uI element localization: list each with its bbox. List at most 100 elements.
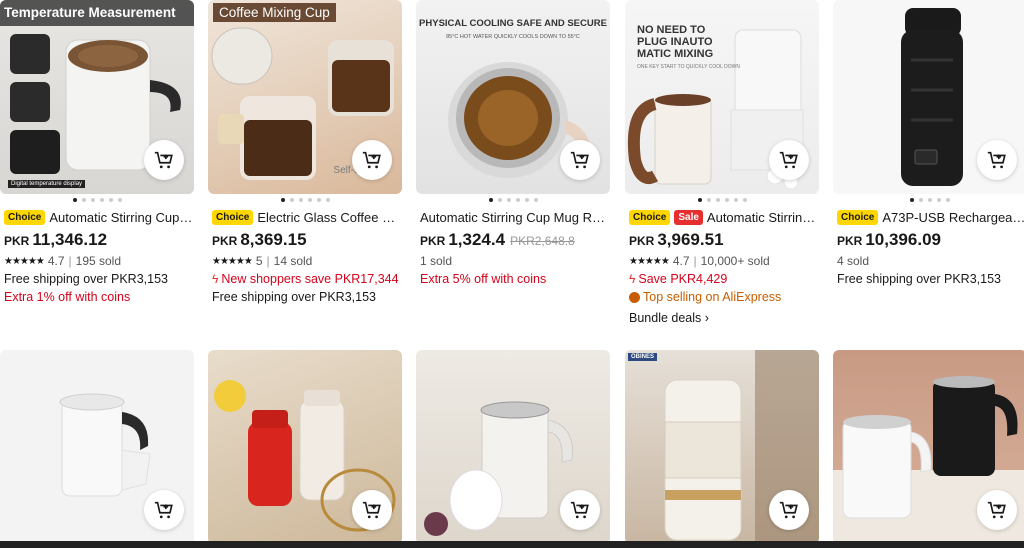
rating-value: 4.7 (672, 254, 690, 268)
rating-row: ★★★★★ 5 | 14 sold (212, 254, 313, 268)
promo-text: Save PKR4,429 (638, 272, 728, 286)
fire-icon (629, 291, 640, 303)
sold-count: 4 sold (837, 254, 870, 268)
product-image[interactable] (208, 350, 402, 544)
product-image[interactable]: Coffee Mixing Cup Self-stirring (208, 0, 402, 194)
product-title[interactable]: A73P-USB Rechargeable... (882, 210, 1024, 225)
sold-count: 14 sold (273, 254, 313, 268)
price-amount: 11,346.12 (32, 230, 108, 249)
product-title[interactable]: Electric Glass Coffee Mu... (257, 210, 402, 225)
product-title-row[interactable]: Choice Sale Automatic Stirring C... (629, 208, 819, 226)
add-to-cart-button[interactable] (977, 140, 1017, 180)
lightning-icon: ϟ (212, 272, 219, 286)
rating-row: ★★★★★ 4.7 | 195 sold (4, 254, 122, 268)
product-image[interactable] (833, 0, 1024, 194)
price-amount: 10,396.09 (865, 230, 941, 249)
add-to-cart-icon (570, 501, 589, 519)
add-to-cart-button[interactable] (560, 490, 600, 530)
shipping-info: Free shipping over PKR3,153 (837, 272, 1001, 286)
rating-value: 4.7 (47, 254, 65, 268)
product-image[interactable]: PHYSICAL COOLING SAFE AND SECURE 85°C HO… (416, 0, 610, 194)
add-to-cart-button[interactable] (977, 490, 1017, 530)
add-to-cart-button[interactable] (769, 140, 809, 180)
product-title-row[interactable]: Choice A73P-USB Rechargeable... (837, 208, 1024, 226)
currency: PKR (212, 234, 238, 248)
image-carousel-dots[interactable] (416, 198, 610, 202)
image-carousel-dots[interactable] (0, 198, 194, 202)
add-to-cart-icon (779, 151, 798, 169)
product-image[interactable]: NO NEED TO PLUG INAUTO MATIC MIXING ONE … (625, 0, 819, 194)
currency: PKR (4, 234, 30, 248)
add-to-cart-button[interactable] (352, 490, 392, 530)
sold-count: 10,000+ sold (700, 254, 770, 268)
add-to-cart-icon (570, 151, 589, 169)
price: PKR 3,969.51 (629, 230, 819, 252)
promo-text: New shoppers save PKR17,344 (221, 272, 399, 286)
price-amount: 1,324.4 (448, 230, 506, 249)
add-to-cart-icon (154, 151, 173, 169)
bottom-edge-bar (0, 541, 1024, 548)
price: PKR 10,396.09 (837, 230, 1024, 252)
currency: PKR (420, 234, 446, 248)
shipping-info: Free shipping over PKR3,153 (4, 272, 168, 286)
sold-count: 1 sold (420, 254, 453, 268)
product-image[interactable] (416, 350, 610, 544)
add-to-cart-button[interactable] (144, 490, 184, 530)
image-subcaption: ONE KEY START TO QUICKLY COOL DOWN (637, 64, 740, 70)
bundle-deals-link[interactable]: Bundle deals › (629, 309, 819, 327)
price: PKR 11,346.12 (4, 230, 194, 252)
original-price: PKR2,648.8 (510, 234, 575, 248)
product-title-row[interactable]: Choice Automatic Stirring Cup R... (4, 208, 194, 226)
choice-badge: Choice (837, 209, 879, 225)
product-title-row[interactable]: Choice Electric Glass Coffee Mu... (212, 208, 402, 226)
add-to-cart-icon (987, 151, 1006, 169)
coins-promo: Extra 5% off with coins (420, 272, 547, 286)
add-to-cart-icon (362, 501, 381, 519)
product-title[interactable]: Automatic Stirring Cup Mug Re... (420, 210, 610, 225)
new-shopper-promo: ϟ New shoppers save PKR17,344 (212, 270, 402, 288)
add-to-cart-icon (779, 501, 798, 519)
add-to-cart-button[interactable] (144, 140, 184, 180)
product-image[interactable] (0, 350, 194, 544)
image-subcaption: Digital temperature display (8, 180, 86, 188)
add-to-cart-button[interactable] (352, 140, 392, 180)
product-title-row[interactable]: Automatic Stirring Cup Mug Re... (420, 208, 610, 226)
image-subcaption: 85°C HOT WATER QUICKLY COOLS DOWN TO 55°… (446, 34, 580, 40)
choice-badge: Choice (212, 209, 254, 225)
price-amount: 8,369.15 (240, 230, 307, 249)
image-caption: NO NEED TO PLUG INAUTO MATIC MIXING (637, 24, 714, 60)
choice-badge: Choice (4, 209, 46, 225)
brand-badge: OBINES (628, 353, 658, 361)
image-caption: Coffee Mixing Cup (213, 3, 336, 22)
currency: PKR (837, 234, 863, 248)
image-caption: Temperature Measurement (4, 5, 176, 20)
product-image[interactable]: Temperature Measurement Digital temperat… (0, 0, 194, 194)
product-title[interactable]: Automatic Stirring Cup R... (49, 210, 194, 225)
save-promo: ϟ Save PKR4,429 (629, 270, 819, 288)
sale-badge: Sale (674, 209, 703, 225)
star-icon: ★★★★★ (212, 255, 253, 267)
add-to-cart-button[interactable] (769, 490, 809, 530)
add-to-cart-button[interactable] (560, 140, 600, 180)
choice-badge: Choice (629, 209, 671, 225)
product-image[interactable]: OBINES (625, 350, 819, 544)
shipping-info: Free shipping over PKR3,153 (212, 290, 376, 304)
price: PKR 8,369.15 (212, 230, 402, 252)
rating-value: 5 (255, 254, 263, 268)
image-carousel-dots[interactable] (208, 198, 402, 202)
top-selling-text: Top selling on AliExpress (643, 290, 782, 304)
top-selling-tag: Top selling on AliExpress (629, 288, 819, 306)
add-to-cart-icon (987, 501, 1006, 519)
rating-row: ★★★★★ 4.7 | 10,000+ sold (629, 254, 770, 268)
sold-count: 195 sold (75, 254, 122, 268)
star-icon: ★★★★★ (629, 255, 670, 267)
lightning-icon: ϟ (629, 272, 636, 286)
price-amount: 3,969.51 (657, 230, 724, 249)
product-image[interactable] (833, 350, 1024, 544)
add-to-cart-icon (362, 151, 381, 169)
image-carousel-dots[interactable] (833, 198, 1024, 202)
product-title[interactable]: Automatic Stirring C... (707, 210, 819, 225)
image-carousel-dots[interactable] (625, 198, 819, 202)
coins-promo: Extra 1% off with coins (4, 290, 131, 304)
currency: PKR (629, 234, 655, 248)
